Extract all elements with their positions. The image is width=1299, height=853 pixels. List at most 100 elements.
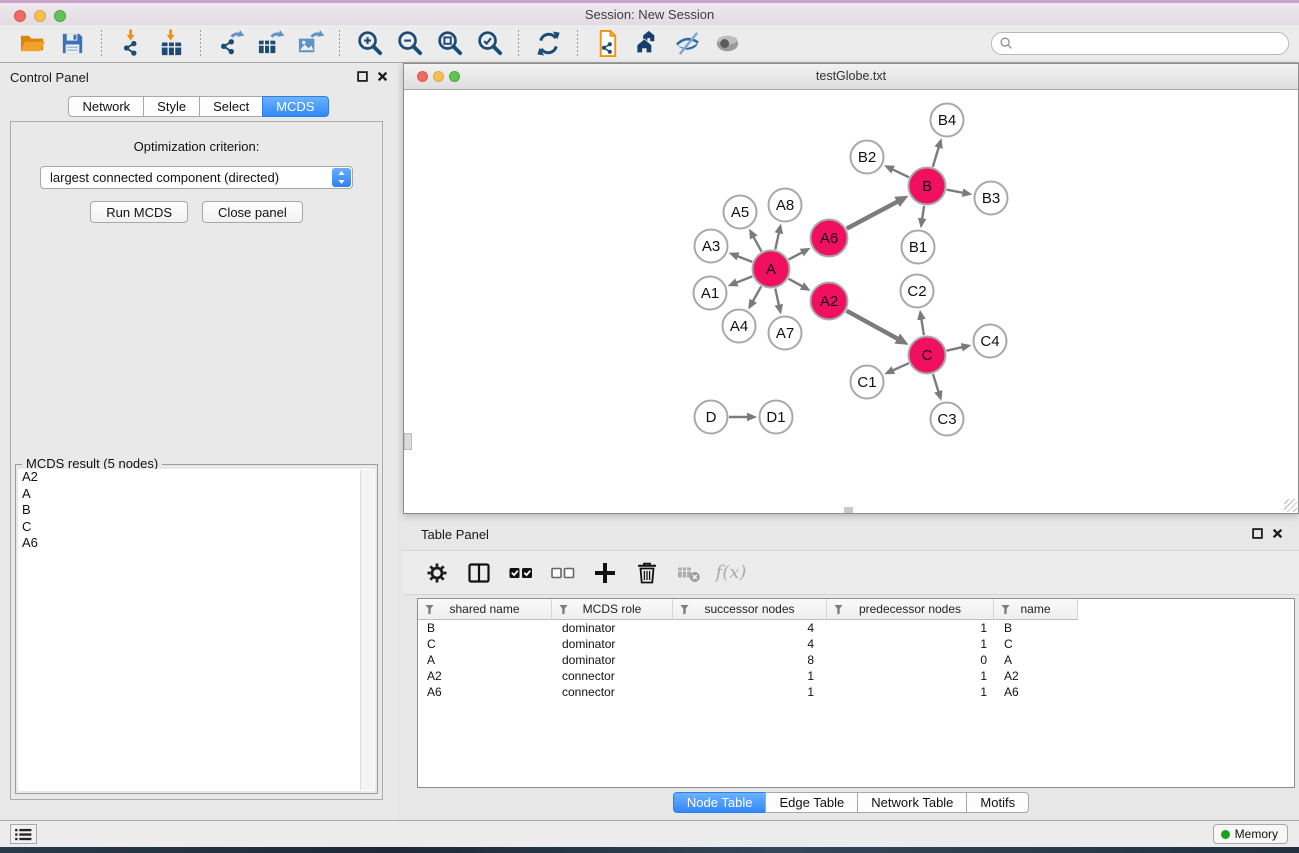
task-history-button[interactable] bbox=[10, 824, 37, 844]
cell-MCDS-role[interactable]: dominator bbox=[552, 621, 673, 635]
column-header-MCDS-role[interactable]: MCDS role bbox=[552, 599, 673, 620]
cell-successor-nodes[interactable]: 1 bbox=[673, 685, 827, 699]
graph-edge-C-C2[interactable] bbox=[921, 319, 924, 335]
tab-select[interactable]: Select bbox=[199, 96, 263, 117]
close-panel-button[interactable]: Close panel bbox=[202, 201, 303, 223]
column-layout-icon[interactable] bbox=[461, 556, 497, 590]
cell-shared-name[interactable]: A bbox=[418, 653, 552, 667]
export-table-icon[interactable] bbox=[253, 28, 287, 60]
cell-name[interactable]: B bbox=[994, 621, 1078, 635]
graph-edge-B-B2[interactable] bbox=[893, 169, 909, 177]
cell-shared-name[interactable]: A2 bbox=[418, 669, 552, 683]
network-horizontal-scrollbar-thumb[interactable] bbox=[844, 507, 853, 513]
table-row-A[interactable]: Adominator80A bbox=[418, 652, 1294, 668]
table-tab-edge-table[interactable]: Edge Table bbox=[765, 792, 858, 813]
select-all-columns-icon[interactable] bbox=[503, 556, 539, 590]
graph-edge-A-A3[interactable] bbox=[738, 256, 753, 262]
run-mcds-button[interactable]: Run MCDS bbox=[90, 201, 188, 223]
show-eye-icon[interactable] bbox=[710, 28, 744, 60]
memory-button[interactable]: Memory bbox=[1213, 824, 1288, 844]
graph-edge-B-B1[interactable] bbox=[922, 206, 924, 219]
graph-edge-A6-B[interactable] bbox=[847, 202, 898, 229]
tab-mcds[interactable]: MCDS bbox=[262, 96, 328, 117]
save-session-icon[interactable] bbox=[55, 28, 89, 60]
import-network-icon[interactable] bbox=[114, 28, 148, 60]
result-scrollbar[interactable] bbox=[360, 470, 374, 790]
network-zoom-button[interactable] bbox=[449, 71, 460, 82]
column-header-predecessor-nodes[interactable]: predecessor nodes bbox=[827, 599, 994, 620]
cell-name[interactable]: A6 bbox=[994, 685, 1078, 699]
column-header-shared-name[interactable]: shared name bbox=[418, 599, 552, 620]
deselect-all-columns-icon[interactable] bbox=[545, 556, 581, 590]
cell-MCDS-role[interactable]: dominator bbox=[552, 653, 673, 667]
cell-shared-name[interactable]: A6 bbox=[418, 685, 552, 699]
cell-predecessor-nodes[interactable]: 1 bbox=[827, 637, 994, 651]
zoom-in-icon[interactable] bbox=[352, 28, 386, 60]
cell-MCDS-role[interactable]: dominator bbox=[552, 637, 673, 651]
mcds-result-item[interactable]: A6 bbox=[18, 535, 375, 552]
cell-MCDS-role[interactable]: connector bbox=[552, 669, 673, 683]
cell-name[interactable]: A bbox=[994, 653, 1078, 667]
graph-edge-A-A6[interactable] bbox=[789, 252, 802, 259]
search-input[interactable] bbox=[1017, 34, 1281, 53]
cell-successor-nodes[interactable]: 4 bbox=[673, 621, 827, 635]
table-tab-motifs[interactable]: Motifs bbox=[966, 792, 1029, 813]
cell-successor-nodes[interactable]: 1 bbox=[673, 669, 827, 683]
network-document-icon[interactable] bbox=[590, 28, 624, 60]
cell-predecessor-nodes[interactable]: 1 bbox=[827, 685, 994, 699]
cell-successor-nodes[interactable]: 8 bbox=[673, 653, 827, 667]
graph-edge-B-B3[interactable] bbox=[947, 190, 963, 193]
cell-name[interactable]: C bbox=[994, 637, 1078, 651]
zoom-out-icon[interactable] bbox=[392, 28, 426, 60]
float-panel-icon[interactable] bbox=[357, 71, 368, 82]
network-minimize-button[interactable] bbox=[433, 71, 444, 82]
export-image-icon[interactable] bbox=[293, 28, 327, 60]
cell-name[interactable]: A2 bbox=[994, 669, 1078, 683]
network-resize-grip[interactable] bbox=[1284, 499, 1297, 512]
mcds-result-item[interactable]: A bbox=[18, 486, 375, 503]
graph-edge-C-C3[interactable] bbox=[933, 374, 939, 392]
home-icon[interactable] bbox=[630, 28, 664, 60]
close-panel-icon[interactable] bbox=[377, 71, 388, 82]
graph-edge-C-C4[interactable] bbox=[947, 347, 963, 350]
cell-successor-nodes[interactable]: 4 bbox=[673, 637, 827, 651]
graph-edge-B-B4[interactable] bbox=[933, 147, 939, 167]
table-tab-node-table[interactable]: Node Table bbox=[673, 792, 767, 813]
criterion-dropdown[interactable]: largest connected component (directed) bbox=[40, 166, 353, 189]
tab-style[interactable]: Style bbox=[143, 96, 200, 117]
tab-network[interactable]: Network bbox=[68, 96, 144, 117]
graph-edge-A-A5[interactable] bbox=[754, 237, 762, 251]
open-session-icon[interactable] bbox=[15, 28, 49, 60]
column-header-successor-nodes[interactable]: successor nodes bbox=[673, 599, 827, 620]
network-canvas[interactable]: B4B2BB3A8A5A6A3B1AC2A1A2A4A7C4CC1C3DD1 bbox=[404, 89, 1298, 513]
network-window-titlebar[interactable]: testGlobe.txt bbox=[404, 64, 1298, 90]
network-close-button[interactable] bbox=[417, 71, 428, 82]
cell-predecessor-nodes[interactable]: 1 bbox=[827, 669, 994, 683]
graph-edge-A-A4[interactable] bbox=[753, 286, 761, 301]
graph-edge-A2-C[interactable] bbox=[847, 311, 898, 339]
table-row-A6[interactable]: A6connector11A6 bbox=[418, 684, 1294, 700]
cell-shared-name[interactable]: B bbox=[418, 621, 552, 635]
column-header-name[interactable]: name bbox=[994, 599, 1078, 620]
mcds-result-item[interactable]: B bbox=[18, 502, 375, 519]
mcds-result-item[interactable]: A2 bbox=[18, 469, 375, 486]
float-table-panel-icon[interactable] bbox=[1252, 528, 1263, 539]
graph-edge-A-A7[interactable] bbox=[775, 289, 779, 306]
graph-edge-A-A8[interactable] bbox=[775, 233, 779, 250]
search-field[interactable] bbox=[991, 32, 1289, 55]
add-column-icon[interactable] bbox=[587, 556, 623, 590]
cell-MCDS-role[interactable]: connector bbox=[552, 685, 673, 699]
mcds-result-item[interactable]: C bbox=[18, 519, 375, 536]
hide-eye-icon[interactable] bbox=[670, 28, 704, 60]
zoom-selected-icon[interactable] bbox=[472, 28, 506, 60]
table-row-A2[interactable]: A2connector11A2 bbox=[418, 668, 1294, 684]
cell-predecessor-nodes[interactable]: 1 bbox=[827, 621, 994, 635]
cell-predecessor-nodes[interactable]: 0 bbox=[827, 653, 994, 667]
refresh-icon[interactable] bbox=[531, 28, 565, 60]
table-row-B[interactable]: Bdominator41B bbox=[418, 620, 1294, 636]
network-vertical-scrollbar-thumb[interactable] bbox=[404, 433, 412, 450]
zoom-fit-icon[interactable] bbox=[432, 28, 466, 60]
table-tab-network-table[interactable]: Network Table bbox=[857, 792, 967, 813]
graph-edge-A-A1[interactable] bbox=[737, 276, 753, 282]
graph-edge-C-C1[interactable] bbox=[893, 363, 909, 370]
